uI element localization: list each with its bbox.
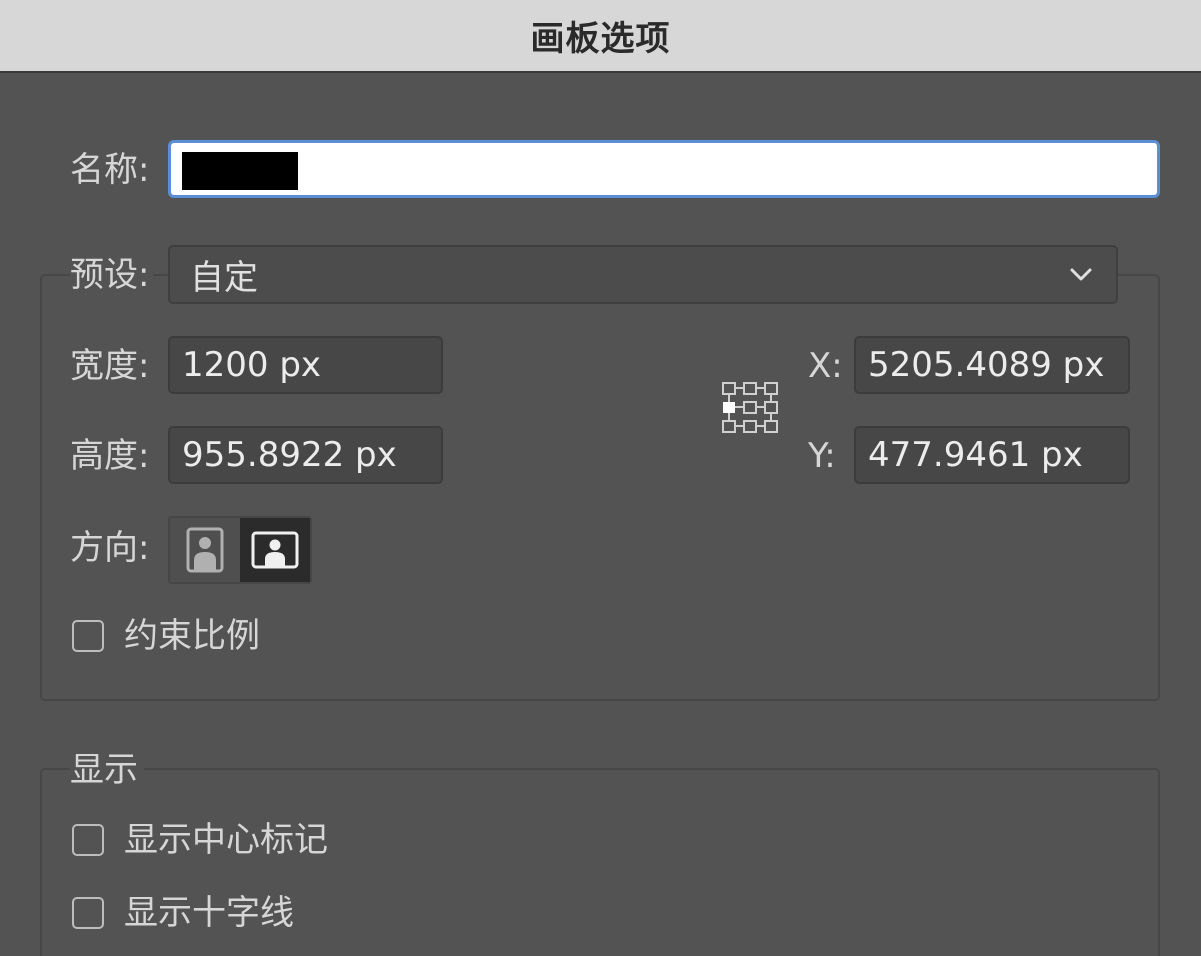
y-label: Y: [808,436,836,476]
preset-select[interactable]: 自定 [168,245,1118,304]
display-section-label: 显示 [70,750,144,790]
width-field[interactable]: 1200 px [168,336,443,394]
x-label: X: [808,346,843,386]
name-label: 名称: [70,150,150,190]
x-field[interactable]: 5205.4089 px [854,336,1130,394]
height-label: 高度: [70,436,150,476]
width-value: 1200 px [182,345,322,385]
height-value: 955.8922 px [182,435,397,475]
title-bar[interactable]: 画板选项 [0,0,1201,73]
height-field[interactable]: 955.8922 px [168,426,443,484]
show-center-mark-label: 显示中心标记 [124,820,328,860]
constrain-proportions-checkbox[interactable] [72,620,104,652]
artboard-options-dialog: 画板选项 名称: 预设: 自定 宽度: 1200 px 高度: 955.8922… [0,0,1201,956]
show-center-mark-checkbox[interactable] [72,824,104,856]
show-cross-hairs-label: 显示十字线 [124,893,294,933]
reference-point-icon[interactable] [720,380,780,436]
portrait-button[interactable] [170,518,240,582]
portrait-orientation-icon [186,527,224,573]
width-label: 宽度: [70,346,150,386]
chevron-down-icon [1070,268,1092,281]
y-value: 477.9461 px [868,435,1083,475]
name-input[interactable] [168,140,1160,198]
orientation-label: 方向: [70,528,150,568]
preset-label: 预设: [70,255,154,295]
redacted-name-text [182,152,298,190]
show-cross-hairs-checkbox[interactable] [72,897,104,929]
orientation-toggle-group [168,516,312,584]
preset-value: 自定 [190,258,258,298]
landscape-orientation-icon [251,531,299,569]
constrain-proportions-label: 约束比例 [124,616,260,656]
landscape-button[interactable] [240,518,310,582]
dialog-title: 画板选项 [530,19,671,59]
x-value: 5205.4089 px [868,345,1105,385]
y-field[interactable]: 477.9461 px [854,426,1130,484]
